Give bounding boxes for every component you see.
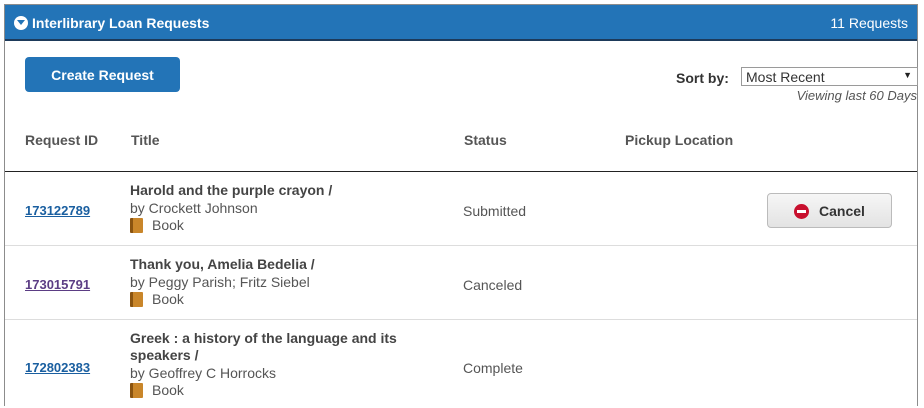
item-title-line: Greek : a history of the language and it… xyxy=(130,330,397,346)
dropdown-arrow-icon: ▼ xyxy=(903,70,912,80)
column-header-request-id: Request ID xyxy=(25,132,99,148)
format-label: Book xyxy=(152,217,184,233)
format-label: Book xyxy=(152,291,184,307)
cancel-button[interactable]: Cancel xyxy=(767,193,892,228)
column-header-title: Title xyxy=(131,132,160,148)
sort-select[interactable]: Most Recent ▼ xyxy=(741,67,918,86)
item-title-line: speakers / xyxy=(130,347,199,363)
item-title: Thank you, Amelia Bedelia / xyxy=(130,256,315,272)
table-row: 173122789 Harold and the purple crayon /… xyxy=(5,172,917,246)
column-header-status: Status xyxy=(464,132,507,148)
item-title: Harold and the purple crayon / xyxy=(130,182,333,198)
ill-requests-panel: Interlibrary Loan Requests 11 Requests C… xyxy=(4,4,918,406)
book-icon xyxy=(130,218,143,233)
table-row: 173015791 Thank you, Amelia Bedelia / by… xyxy=(5,246,917,320)
status-text: Submitted xyxy=(463,203,527,219)
cancel-label: Cancel xyxy=(819,202,865,219)
item-author: by Geoffrey C Horrocks xyxy=(130,365,277,381)
viewing-range-note: Viewing last 60 Days xyxy=(796,88,917,103)
item-format: Book xyxy=(130,291,184,307)
table-row: 172802383 Greek : a history of the langu… xyxy=(5,320,917,408)
book-icon xyxy=(130,383,143,398)
create-request-button[interactable]: Create Request xyxy=(25,57,180,92)
request-id-link[interactable]: 172802383 xyxy=(25,360,90,375)
sort-selected-value: Most Recent xyxy=(746,69,825,85)
format-label: Book xyxy=(152,382,184,398)
panel-header[interactable]: Interlibrary Loan Requests 11 Requests xyxy=(5,5,917,41)
request-id-link[interactable]: 173015791 xyxy=(25,277,90,292)
item-author: by Crockett Johnson xyxy=(130,200,258,216)
item-format: Book xyxy=(130,217,184,233)
item-title: Greek : a history of the language and it… xyxy=(130,330,430,364)
status-text: Complete xyxy=(463,360,523,376)
status-text: Canceled xyxy=(463,277,523,293)
book-icon xyxy=(130,292,143,307)
item-author: by Peggy Parish; Fritz Siebel xyxy=(130,274,310,290)
item-format: Book xyxy=(130,382,184,398)
request-count: 11 Requests xyxy=(830,15,908,31)
column-header-pickup-location: Pickup Location xyxy=(625,132,734,148)
request-id-link[interactable]: 173122789 xyxy=(25,203,90,218)
sort-label: Sort by: xyxy=(676,70,729,86)
chevron-down-circle-icon[interactable] xyxy=(14,16,28,30)
no-entry-icon xyxy=(794,203,810,219)
panel-title: Interlibrary Loan Requests xyxy=(32,15,210,31)
